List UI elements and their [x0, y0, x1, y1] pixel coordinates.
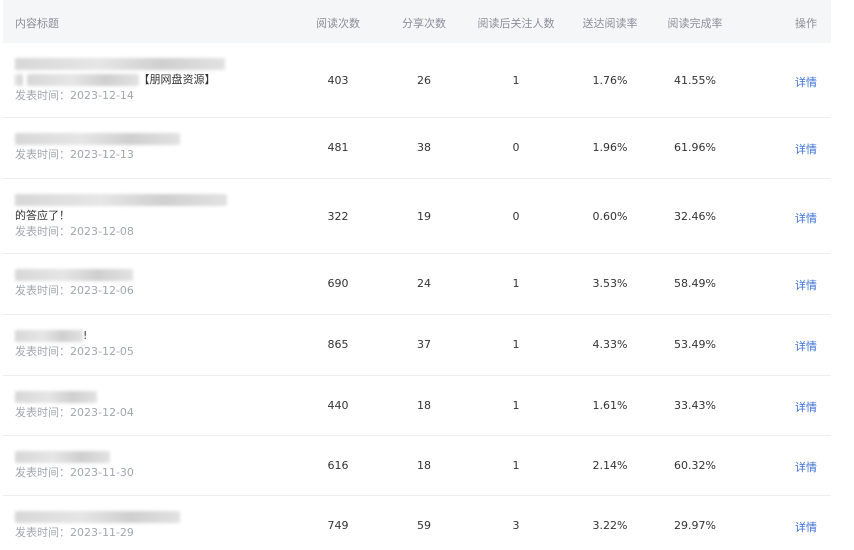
title-text: 的答应了！: [15, 209, 70, 222]
follows-value: 0: [512, 210, 520, 223]
shares-value: 26: [417, 74, 431, 87]
reads-value: 690: [327, 277, 349, 290]
reach-rate-value: 1.61%: [592, 399, 628, 412]
reads-value: 749: [327, 519, 349, 532]
complete-rate-value: 29.97%: [674, 519, 716, 532]
article-title[interactable]: 发表时间：2023-12-04: [15, 389, 275, 421]
complete-rate-value: 32.46%: [674, 210, 716, 223]
follows-value: 0: [512, 141, 520, 154]
follows-value: 3: [512, 519, 520, 532]
shares-value: 19: [417, 210, 431, 223]
shares-value: 37: [417, 338, 431, 351]
table-row: 发表时间：2023-12-13 481 38 0 1.96% 61.96% 详情: [3, 118, 831, 179]
title-text: 【朋网盘资源】: [138, 73, 216, 86]
details-link[interactable]: 详情: [795, 399, 817, 415]
reads-value: 403: [327, 74, 349, 87]
follows-value: 1: [512, 459, 520, 472]
details-link[interactable]: 详情: [795, 277, 817, 293]
shares-value: 18: [417, 399, 431, 412]
reads-value: 322: [327, 210, 349, 223]
publish-time: 发表时间：2023-12-06: [15, 284, 134, 297]
table-row: 的答应了！ 发表时间：2023-12-08 322 19 0 0.60% 32.…: [3, 179, 831, 254]
follows-value: 1: [512, 277, 520, 290]
publish-time: 发表时间：2023-12-08: [15, 225, 134, 238]
publish-time: 发表时间：2023-12-05: [15, 345, 134, 358]
article-title[interactable]: 发表时间：2023-12-13: [15, 131, 275, 163]
header-action: 操作: [795, 17, 817, 30]
header-complete-rate: 阅读完成率: [667, 17, 723, 30]
table-row: 发表时间：2023-12-06 690 24 1 3.53% 58.49% 详情: [3, 254, 831, 315]
details-link[interactable]: 详情: [795, 141, 817, 157]
follows-value: 1: [512, 74, 520, 87]
reach-rate-value: 3.53%: [592, 277, 628, 290]
shares-value: 59: [417, 519, 431, 532]
follows-value: 1: [512, 399, 520, 412]
complete-rate-value: 58.49%: [674, 277, 716, 290]
table-row: 发表时间：2023-12-04 440 18 1 1.61% 33.43% 详情: [3, 376, 831, 436]
shares-value: 24: [417, 277, 431, 290]
reach-rate-value: 0.60%: [592, 210, 628, 223]
header-title: 内容标题: [15, 17, 59, 30]
header-follows: 阅读后关注人数: [477, 17, 555, 30]
reads-value: 616: [327, 459, 349, 472]
reach-rate-value: 2.14%: [592, 459, 628, 472]
complete-rate-value: 61.96%: [674, 141, 716, 154]
article-title[interactable]: 的答应了！ 发表时间：2023-12-08: [15, 192, 275, 240]
article-title[interactable]: 【朋网盘资源】 发表时间：2023-12-14: [15, 56, 275, 104]
header-reach-rate: 送达阅读率: [582, 17, 638, 30]
reads-value: 865: [327, 338, 349, 351]
details-link[interactable]: 详情: [795, 74, 817, 90]
follows-value: 1: [512, 338, 520, 351]
reach-rate-value: 3.22%: [592, 519, 628, 532]
article-stats-table: 内容标题 阅读次数 分享次数 阅读后关注人数 送达阅读率 阅读完成率 操作 【朋…: [3, 0, 831, 550]
reach-rate-value: 1.96%: [592, 141, 628, 154]
table-header: 内容标题 阅读次数 分享次数 阅读后关注人数 送达阅读率 阅读完成率 操作: [3, 0, 831, 43]
details-link[interactable]: 详情: [795, 459, 817, 475]
table-row: 发表时间：2023-11-30 616 18 1 2.14% 60.32% 详情: [3, 436, 831, 496]
reads-value: 481: [327, 141, 349, 154]
details-link[interactable]: 详情: [795, 519, 817, 535]
article-title[interactable]: 发表时间：2023-12-06: [15, 267, 275, 299]
table-row: 发表时间：2023-11-29 749 59 3 3.22% 29.97% 详情: [3, 496, 831, 550]
details-link[interactable]: 详情: [795, 210, 817, 226]
reads-value: 440: [327, 399, 349, 412]
reach-rate-value: 4.33%: [592, 338, 628, 351]
complete-rate-value: 60.32%: [674, 459, 716, 472]
complete-rate-value: 33.43%: [674, 399, 716, 412]
table-row: 【朋网盘资源】 发表时间：2023-12-14 403 26 1 1.76% 4…: [3, 43, 831, 118]
header-shares: 分享次数: [402, 17, 446, 30]
details-link[interactable]: 详情: [795, 338, 817, 354]
title-text: !: [83, 329, 88, 342]
table-row: ! 发表时间：2023-12-05 865 37 1 4.33% 53.49% …: [3, 315, 831, 376]
article-title[interactable]: 发表时间：2023-11-30: [15, 449, 275, 481]
publish-time: 发表时间：2023-12-13: [15, 148, 134, 161]
article-title[interactable]: ! 发表时间：2023-12-05: [15, 328, 275, 360]
article-title[interactable]: 发表时间：2023-11-29: [15, 509, 275, 541]
reach-rate-value: 1.76%: [592, 74, 628, 87]
publish-time: 发表时间：2023-11-29: [15, 526, 134, 539]
complete-rate-value: 53.49%: [674, 338, 716, 351]
publish-time: 发表时间：2023-12-04: [15, 406, 134, 419]
complete-rate-value: 41.55%: [674, 74, 716, 87]
shares-value: 18: [417, 459, 431, 472]
publish-time: 发表时间：2023-11-30: [15, 466, 134, 479]
header-reads: 阅读次数: [316, 17, 360, 30]
shares-value: 38: [417, 141, 431, 154]
publish-time: 发表时间：2023-12-14: [15, 89, 134, 102]
